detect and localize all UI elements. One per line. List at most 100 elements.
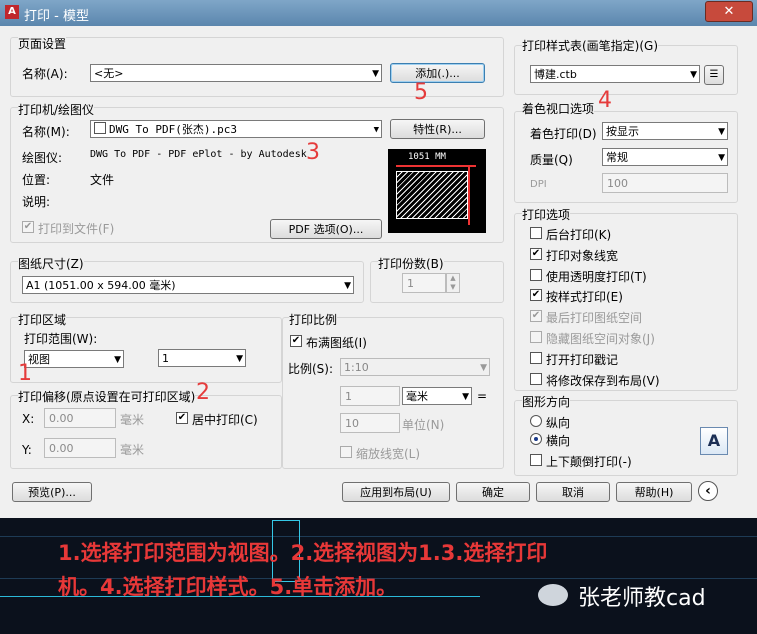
print-dialog: A 打印 - 模型 ✕ 页面设置 名称(A): <无> ▼ 添加(.)... 打印… [0,0,757,518]
scale-unit-value: 毫米 [406,390,428,403]
scale-value-1-input[interactable]: 1 [340,386,400,406]
help-button[interactable]: 帮助(H) [616,482,692,502]
plot-option-label: 按样式打印(E) [546,290,623,305]
plot-option-label: 后台打印(K) [546,228,612,242]
annotation-1: 1 [18,361,32,386]
plotter-device-value: DWG To PDF - PDF ePlot - by Autodesk [90,149,307,160]
copies-label: 打印份数(B) [378,255,444,272]
caption-line-1: 1.选择打印范围为视图。2.选择视图为1.3.选择打印 [58,541,548,565]
plot-option-checkbox[interactable]: ✔ [530,310,542,323]
plot-option-checkbox[interactable] [530,372,542,385]
scale-unit-select[interactable]: 毫米 ▼ [402,387,472,405]
offset-y-input[interactable]: 0.00 [44,438,116,458]
scale-lineweights-label: 缩放线宽(L) [356,447,421,461]
plotter-properties-button[interactable]: 特性(R)... [390,119,485,139]
quality-select[interactable]: 常规 ▼ [602,148,728,166]
plot-range-select[interactable]: 视图 ▼ [24,350,124,368]
quality-label: 质量(Q) [530,153,573,167]
offset-x-label: X: [22,412,35,426]
style-table-label: 打印样式表(画笔指定)(G) [522,37,659,54]
page-setup-name-value: <无> [94,67,124,80]
offset-x-unit: 毫米 [120,413,145,427]
orientation-label: 图形方向 [522,393,571,410]
height-dimension-line [468,165,470,225]
fit-to-paper-checkbox[interactable]: ✔ [290,335,302,347]
plot-option-checkbox[interactable] [530,331,542,343]
unit-label: 单位(N) [402,418,445,432]
page-setup-name-label: 名称(A): [22,67,68,81]
plot-option-checkbox[interactable]: ✔ [530,247,542,260]
edit-style-table-icon[interactable]: ☰ [704,65,724,85]
shade-plot-label: 着色打印(D) [530,127,597,141]
portrait-label: 纵向 [546,416,571,430]
scale-lineweights-checkbox[interactable] [340,446,352,458]
copies-input[interactable]: 1 [402,273,446,293]
plotter-description-label: 说明: [22,195,51,209]
more-options-icon[interactable]: ‹ [698,481,718,501]
close-button[interactable]: ✕ [705,1,753,22]
plot-area-label: 打印区域 [18,311,67,328]
annotation-5: 5 [414,80,428,105]
chevron-down-icon: ▼ [372,69,379,79]
plotter-name-value: DWG To PDF(张杰).pc3 [109,123,237,136]
shade-plot-select[interactable]: 按显示 ▼ [602,122,728,140]
apply-to-layout-button[interactable]: 应用到布局(U) [342,482,450,502]
offset-x-input[interactable]: 0.00 [44,408,116,428]
plot-option-checkbox[interactable]: ✔ [530,289,542,302]
plot-option-checkbox[interactable] [530,227,542,239]
upside-down-checkbox[interactable] [530,454,542,466]
plot-range-label: 打印范围(W): [24,332,98,346]
scale-select[interactable]: 1:10 ▼ [340,358,490,376]
chevron-down-icon: ▼ [114,355,121,365]
plotter-name-select[interactable]: DWG To PDF(张杰).pc3 ▼ [90,120,382,138]
landscape-page-icon: A [700,427,728,455]
cancel-button[interactable]: 取消 [536,482,610,502]
dpi-input[interactable]: 100 [602,173,728,193]
plotter-location-label: 位置: [22,173,51,187]
chevron-down-icon: ▼ [690,70,697,80]
view-select[interactable]: 1 ▼ [158,349,246,367]
width-dimension-line [396,165,476,167]
fit-to-paper-label: 布满图纸(I) [306,336,367,350]
plot-to-file-checkbox[interactable]: ✔ [22,221,34,233]
add-page-setup-button[interactable]: 添加(.)... [390,63,485,83]
autocad-logo-icon: A [5,5,19,19]
portrait-radio[interactable] [530,415,542,427]
chevron-down-icon: ▼ [462,392,469,402]
plotter-device-label: 绘图仪: [22,151,63,165]
offset-y-unit: 毫米 [120,443,145,457]
chevron-down-icon: ▼ [718,127,725,137]
scale-value-2-input[interactable]: 10 [340,413,400,433]
center-plot-label: 居中打印(C) [192,413,258,427]
plot-option-checkbox[interactable] [530,268,542,281]
paper-preview: 1051 MM [388,149,486,233]
preview-dimension: 1051 MM [406,152,448,162]
page-setup-name-select[interactable]: <无> ▼ [90,64,382,82]
page-setup-label: 页面设置 [18,35,67,52]
dialog-client: 页面设置 名称(A): <无> ▼ 添加(.)... 打印机/绘图仪 名称(M):… [6,27,751,512]
chevron-down-icon: ▼ [480,363,487,373]
plot-to-file-label: 打印到文件(F) [38,222,115,236]
ok-button[interactable]: 确定 [456,482,530,502]
equals-sign: = [477,389,488,403]
view-value: 1 [162,352,169,365]
scale-value: 1:10 [344,361,369,374]
center-plot-checkbox[interactable]: ✔ [176,412,188,424]
offset-y-label: Y: [22,443,32,457]
preview-button[interactable]: 预览(P)... [12,482,92,502]
copies-spinner[interactable]: ▲ ▼ [446,273,460,293]
window-title: 打印 - 模型 [24,9,89,24]
pdf-options-button[interactable]: PDF 选项(O)... [270,219,382,239]
plot-option-label: 隐藏图纸空间对象(J) [546,332,655,346]
landscape-radio[interactable] [530,433,542,445]
style-table-select[interactable]: 博建.ctb ▼ [530,65,700,83]
annotation-3: 3 [306,140,320,165]
shaded-viewport-label: 着色视口选项 [522,100,595,117]
plot-option-checkbox[interactable] [530,351,542,364]
quality-value: 常规 [606,151,628,164]
landscape-label: 横向 [546,434,571,448]
title-bar: A 打印 - 模型 ✕ [0,0,757,26]
plotter-location-value: 文件 [90,173,115,187]
paper-size-select[interactable]: A1 (1051.00 x 594.00 毫米) ▼ [22,276,354,294]
chevron-down-icon: ▼ [344,281,351,291]
